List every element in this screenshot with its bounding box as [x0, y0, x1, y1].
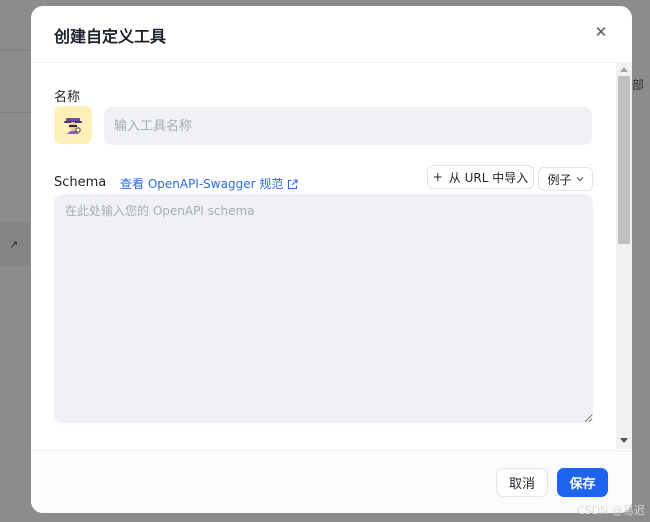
background-divider: [0, 112, 30, 113]
external-link-icon: [288, 179, 298, 190]
dialog-title: 创建自定义工具: [54, 27, 167, 46]
save-button[interactable]: 保存: [557, 468, 608, 497]
scroll-down-icon[interactable]: [620, 438, 628, 443]
background-text: 部: [632, 78, 645, 92]
create-custom-tool-dialog: 创建自定义工具 ✕ 名称 Schema 查看 OpenAPI-Swagger 规…: [31, 6, 632, 513]
watermark: CSDN @易迟: [577, 504, 645, 517]
dialog-scrollbar[interactable]: [616, 63, 632, 449]
background-divider: [0, 50, 30, 51]
tool-avatar-button[interactable]: [54, 106, 92, 144]
schema-textarea[interactable]: [54, 194, 593, 423]
plus-icon: +: [432, 170, 443, 184]
tool-name-input[interactable]: [104, 107, 592, 145]
import-from-url-label: 从 URL 中导入: [448, 170, 529, 185]
scroll-thumb[interactable]: [618, 76, 630, 244]
example-dropdown-button[interactable]: 例子: [538, 167, 593, 191]
schema-label: Schema: [54, 175, 107, 190]
openapi-spec-link-text: 查看 OpenAPI-Swagger 规范: [120, 177, 284, 191]
dialog-footer: 取消 保存: [31, 450, 632, 513]
scroll-up-icon[interactable]: [620, 67, 628, 72]
close-icon[interactable]: ✕: [593, 24, 609, 40]
dialog-header: 创建自定义工具 ✕: [31, 6, 632, 63]
import-from-url-button[interactable]: + 从 URL 中导入: [427, 165, 534, 189]
cancel-button[interactable]: 取消: [496, 468, 548, 497]
name-label: 名称: [54, 90, 81, 105]
chevron-down-icon: [576, 177, 583, 182]
arrow-up-right-icon: ↗: [9, 238, 19, 251]
openapi-spec-link[interactable]: 查看 OpenAPI-Swagger 规范: [120, 175, 298, 192]
dialog-body: 名称 Schema 查看 OpenAPI-Swagger 规范 + 从 URL …: [31, 63, 632, 449]
detective-emoji-icon: [64, 118, 82, 134]
example-dropdown-label: 例子: [547, 172, 572, 187]
